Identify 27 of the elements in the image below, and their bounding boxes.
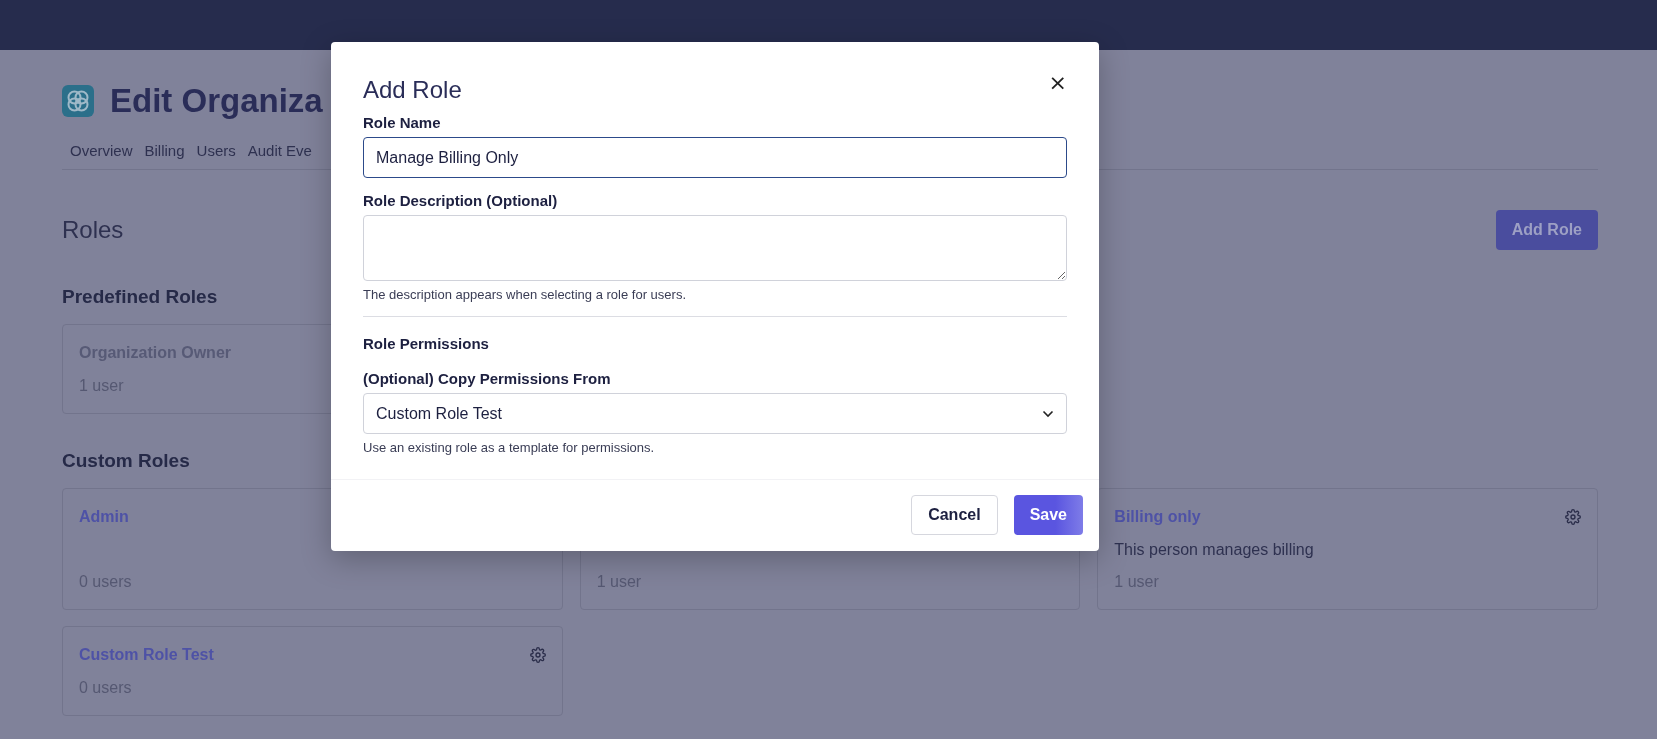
- nav-tab[interactable]: Billing: [144, 142, 185, 159]
- role-description: This person manages billing: [1114, 541, 1315, 559]
- field-label: Role Name: [363, 114, 442, 131]
- settings-icon[interactable]: [1565, 509, 1581, 525]
- group-heading: Predefined Roles: [62, 286, 218, 308]
- save-button[interactable]: Save: [1013, 495, 1083, 535]
- page-title: Edit Organiza: [110, 82, 323, 120]
- close-button[interactable]: ×: [1044, 72, 1067, 94]
- logo-icon: [62, 85, 94, 117]
- nav-tab[interactable]: Audit Eve: [247, 142, 312, 159]
- field-label: (Optional) Copy Permissions From: [363, 370, 612, 387]
- dialog-title: Add Role: [363, 76, 462, 104]
- cancel-button[interactable]: Cancel: [911, 495, 998, 535]
- settings-icon[interactable]: [529, 647, 546, 663]
- add-role-button[interactable]: Add Role: [1495, 210, 1598, 250]
- section-heading: Role Permissions: [363, 335, 490, 352]
- role-description-field[interactable]: [363, 215, 1067, 281]
- field-label: Role Description (Optional): [363, 192, 559, 209]
- help-text: The description appears when selecting a role for users.: [363, 287, 687, 302]
- role-name-field[interactable]: Manage Billing Only: [363, 137, 1067, 178]
- copy-permissions-dropdown[interactable]: Custom Role Test: [363, 393, 1067, 434]
- chevron-down-icon: [1042, 409, 1054, 418]
- nav-tab[interactable]: Users: [196, 142, 236, 159]
- section-title: Roles: [62, 216, 124, 244]
- group-heading: Custom Roles: [62, 450, 190, 472]
- help-text: Use an existing role as a template for permissions.: [363, 440, 656, 455]
- nav-tab[interactable]: Overview: [70, 142, 133, 159]
